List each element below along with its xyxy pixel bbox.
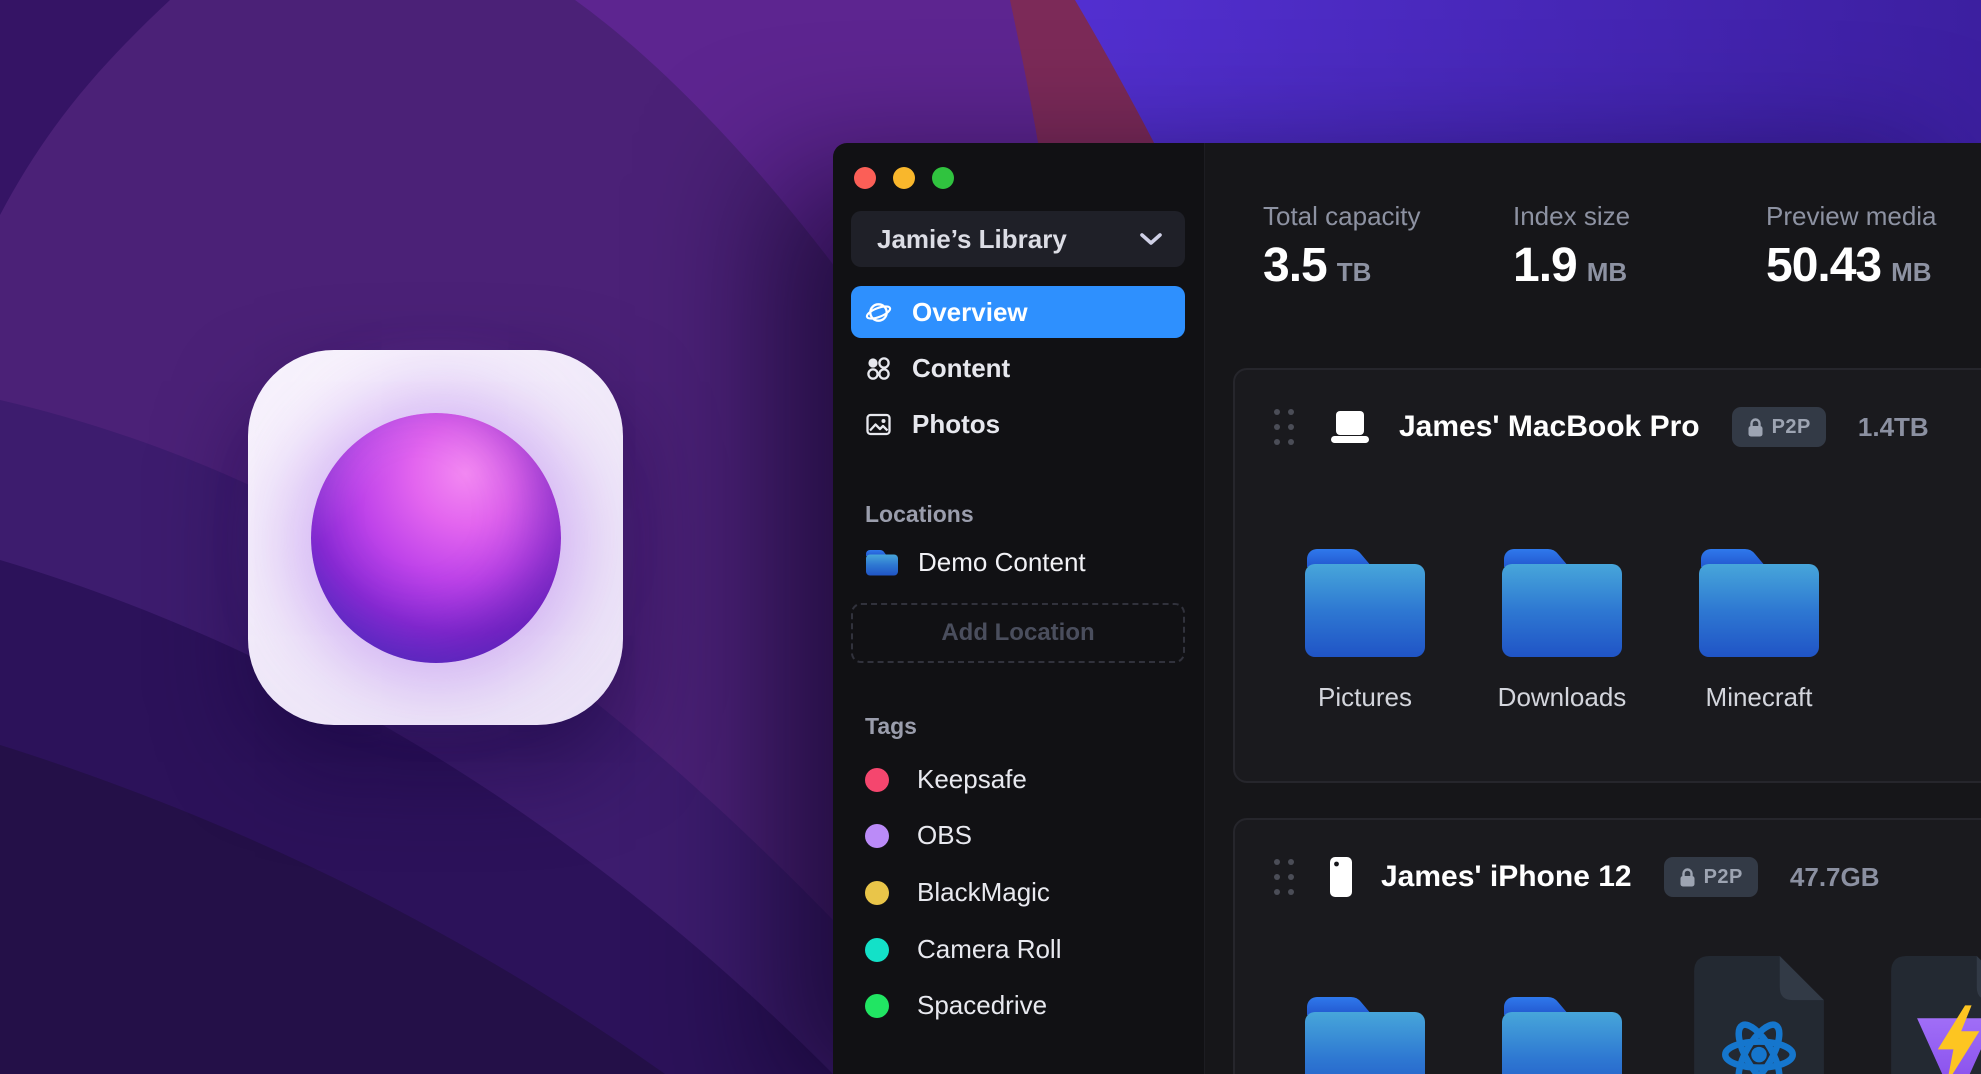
sidebar: Jamie’s Library Overview [833, 143, 1205, 1074]
tag-label: Camera Roll [917, 934, 1062, 965]
nav-label: Content [912, 353, 1010, 384]
library-selector[interactable]: Jamie’s Library [851, 211, 1185, 267]
item-label: Downloads [1494, 682, 1630, 713]
stat-value: 50.43 [1766, 238, 1881, 293]
sidebar-nav: Overview Content [851, 286, 1185, 454]
react-file-icon [1694, 956, 1824, 1074]
drag-handle[interactable] [1271, 405, 1297, 449]
minimize-window-button[interactable] [893, 167, 915, 189]
circles-four-icon [865, 355, 892, 382]
folder-item[interactable]: Minecraft [1691, 539, 1827, 713]
desktop: { "ui": { "accent": "#2e90fe", "traffic_… [0, 0, 1981, 1074]
item-label: Pictures [1297, 682, 1433, 713]
stat-unit: TB [1337, 257, 1372, 288]
folder-item[interactable] [1494, 987, 1630, 1074]
sidebar-item-tag-spacedrive[interactable]: Spacedrive [865, 990, 1047, 1021]
nav-label: Photos [912, 409, 1000, 440]
item-label: Minecraft [1691, 682, 1827, 713]
folder-icon [1297, 539, 1433, 664]
device-name: James' iPhone 12 [1381, 860, 1632, 894]
p2p-label: P2P [1772, 416, 1811, 439]
stat-label: Index size [1513, 201, 1630, 232]
stat-value: 1.9 [1513, 238, 1577, 293]
folder-icon [1494, 987, 1630, 1074]
stat-index-size: Index size 1.9 MB [1513, 201, 1630, 293]
laptop-icon [1329, 409, 1371, 445]
tag-color-dot [865, 824, 889, 848]
nav-label: Overview [912, 297, 1028, 328]
device-name: James' MacBook Pro [1399, 410, 1700, 444]
stat-value: 3.5 [1263, 238, 1327, 293]
sidebar-item-overview[interactable]: Overview [851, 286, 1185, 338]
zoom-window-button[interactable] [932, 167, 954, 189]
tag-label: Spacedrive [917, 990, 1047, 1021]
folder-icon [863, 547, 901, 578]
sidebar-item-demo-content[interactable]: Demo Content [863, 547, 1086, 578]
close-window-button[interactable] [854, 167, 876, 189]
folder-item[interactable]: Downloads [1494, 539, 1630, 713]
traffic-lights [854, 167, 954, 189]
sidebar-item-tag-keepsafe[interactable]: Keepsafe [865, 764, 1027, 795]
stat-label: Total capacity [1263, 201, 1421, 232]
stat-total-capacity: Total capacity 3.5 TB [1263, 201, 1421, 293]
device-capacity: 1.4TB [1858, 412, 1929, 443]
react-file-item[interactable] [1691, 956, 1827, 1074]
overview-panel: Total capacity 3.5 TB Index size 1.9 MB … [1205, 143, 1981, 1074]
tag-color-dot [865, 881, 889, 905]
vite-file-icon [1891, 956, 1981, 1074]
sphere-logo [311, 413, 561, 663]
add-location-button[interactable]: Add Location [851, 603, 1185, 663]
p2p-label: P2P [1704, 866, 1743, 889]
stat-unit: MB [1891, 257, 1931, 288]
device-card-iphone: James' iPhone 12 P2P 47.7GB [1233, 818, 1981, 1074]
spacedrive-app-icon[interactable] [248, 350, 623, 725]
stat-preview-media: Preview media 50.43 MB [1766, 201, 1937, 293]
library-name: Jamie’s Library [877, 224, 1139, 255]
device-card-macbook: James' MacBook Pro P2P 1.4TB Pictures [1233, 368, 1981, 783]
folder-icon [1297, 987, 1433, 1074]
lock-icon [1747, 417, 1764, 438]
sidebar-item-content[interactable]: Content [851, 342, 1185, 394]
location-label: Demo Content [918, 547, 1086, 578]
phone-icon [1329, 856, 1353, 898]
stat-label: Preview media [1766, 201, 1937, 232]
tag-color-dot [865, 994, 889, 1018]
tags-header: Tags [865, 713, 917, 740]
spacedrive-window: Jamie’s Library Overview [833, 143, 1981, 1074]
drag-handle[interactable] [1271, 855, 1297, 899]
sidebar-item-tag-camera-roll[interactable]: Camera Roll [865, 934, 1062, 965]
device-capacity: 47.7GB [1790, 862, 1880, 893]
planet-icon [865, 299, 892, 326]
tag-label: Keepsafe [917, 764, 1027, 795]
image-icon [865, 411, 892, 438]
tag-color-dot [865, 938, 889, 962]
folder-icon [1691, 539, 1827, 664]
folder-item[interactable] [1297, 987, 1433, 1074]
sidebar-item-tag-obs[interactable]: OBS [865, 820, 972, 851]
p2p-badge: P2P [1664, 857, 1758, 897]
p2p-badge: P2P [1732, 407, 1826, 447]
tag-color-dot [865, 768, 889, 792]
locations-header: Locations [865, 501, 974, 528]
lock-icon [1679, 867, 1696, 888]
tag-label: OBS [917, 820, 972, 851]
folder-item[interactable]: Pictures [1297, 539, 1433, 713]
stat-unit: MB [1587, 257, 1627, 288]
vite-file-item[interactable] [1888, 956, 1981, 1074]
sidebar-item-photos[interactable]: Photos [851, 398, 1185, 450]
chevron-down-icon [1139, 232, 1163, 246]
folder-icon [1494, 539, 1630, 664]
tag-label: BlackMagic [917, 877, 1050, 908]
sidebar-item-tag-blackmagic[interactable]: BlackMagic [865, 877, 1050, 908]
